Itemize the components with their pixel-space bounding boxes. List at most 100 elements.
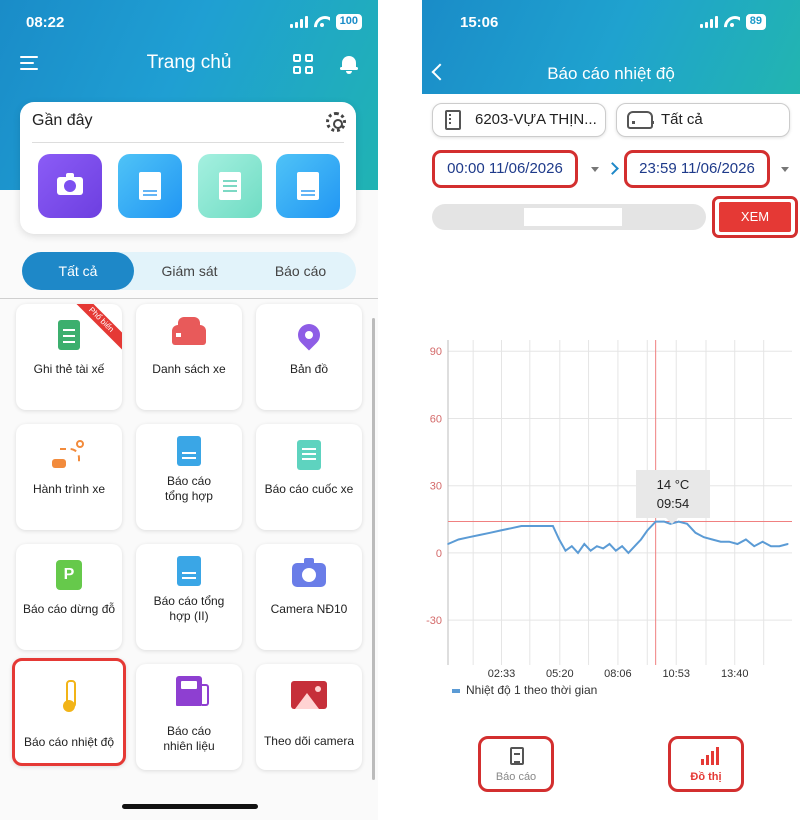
tile-camera-monitor[interactable]: Theo dõi camera bbox=[256, 664, 362, 770]
tile-label: Danh sách xe bbox=[152, 362, 226, 376]
recent-list-shortcut[interactable] bbox=[198, 154, 262, 218]
data-point bbox=[541, 525, 544, 527]
y-tick-label: 30 bbox=[430, 481, 442, 493]
data-point bbox=[531, 525, 533, 527]
status-bar: 15:06 89 bbox=[422, 12, 800, 34]
y-tick-label: 60 bbox=[430, 413, 442, 425]
data-point bbox=[520, 525, 523, 527]
tooltip-pointer bbox=[666, 518, 678, 524]
data-point bbox=[787, 543, 789, 545]
data-point bbox=[703, 536, 705, 539]
tab-report-label: Báo cáo bbox=[495, 771, 537, 783]
fuel-pump-icon bbox=[176, 676, 209, 706]
page-title: Báo cáo nhiệt độ bbox=[547, 64, 675, 83]
data-point bbox=[640, 538, 642, 541]
scrollbar[interactable] bbox=[372, 318, 375, 780]
bell-icon[interactable] bbox=[340, 54, 358, 74]
tile-map[interactable]: Bản đồ bbox=[256, 304, 362, 410]
signal-icon bbox=[699, 16, 718, 28]
chart-legend: Nhiệt độ 1 theo thời gian bbox=[452, 683, 597, 697]
recent-label: Gần đây bbox=[32, 112, 93, 129]
chart-document-icon bbox=[297, 172, 319, 200]
tile-vehicle-list[interactable]: Danh sách xe bbox=[136, 304, 242, 410]
page-title: Trang chủ bbox=[146, 52, 232, 73]
start-time-field[interactable]: 00:00 11/06/2026 bbox=[432, 150, 578, 188]
view-button[interactable]: XEM bbox=[719, 202, 791, 232]
building-icon bbox=[445, 110, 461, 130]
tab-chart[interactable]: Đồ thị bbox=[668, 736, 744, 792]
tile-fuel-report[interactable]: Báo cáo nhiên liệu bbox=[136, 664, 242, 770]
tab-report[interactable]: Báo cáo bbox=[478, 736, 554, 792]
data-point bbox=[646, 529, 649, 532]
chart-document-icon bbox=[177, 436, 201, 466]
data-point bbox=[596, 545, 598, 548]
data-point bbox=[686, 522, 688, 525]
signal-icon bbox=[289, 16, 308, 28]
y-tick-label: 90 bbox=[430, 346, 442, 358]
tile-label: Báo cáo nhiên liệu bbox=[163, 724, 215, 753]
data-point bbox=[457, 538, 460, 541]
tab-reports[interactable]: Báo cáo bbox=[245, 252, 356, 290]
gear-icon[interactable] bbox=[326, 112, 346, 132]
tile-camera-nd10[interactable]: Camera NĐ10 bbox=[256, 544, 362, 650]
tile-label: Theo dõi camera bbox=[263, 734, 355, 748]
recent-report-shortcut[interactable] bbox=[118, 154, 182, 218]
chevron-down-icon[interactable] bbox=[588, 156, 602, 182]
x-tick-label: 02:33 bbox=[488, 668, 516, 680]
data-point bbox=[552, 525, 554, 527]
end-time-field[interactable]: 23:59 11/06/2026 bbox=[624, 150, 770, 188]
grid-icon[interactable] bbox=[293, 54, 313, 74]
chevron-down-icon[interactable] bbox=[778, 156, 792, 182]
data-point bbox=[663, 520, 665, 523]
data-point bbox=[577, 552, 579, 554]
top-bar: Trang chủ bbox=[0, 46, 378, 82]
temperature-report-screen: 15:06 89 Báo cáo nhiệt độ 6203-VỰA THỊN.… bbox=[422, 0, 800, 820]
tile-driver-card[interactable]: Phổ biến Ghi thẻ tài xế bbox=[16, 304, 122, 410]
data-point bbox=[694, 531, 697, 534]
data-point bbox=[778, 545, 781, 548]
view-button-highlight: XEM bbox=[712, 196, 798, 238]
tile-temperature-report[interactable]: Báo cáo nhiệt độ bbox=[12, 658, 126, 766]
x-tick-label: 05:20 bbox=[546, 668, 574, 680]
tile-label: Ghi thẻ tài xế bbox=[33, 362, 105, 376]
vehicle-select[interactable]: 6203-VỰA THỊN... bbox=[432, 103, 606, 137]
data-point bbox=[753, 545, 756, 548]
data-point bbox=[570, 545, 573, 548]
recent-summary-shortcut[interactable] bbox=[276, 154, 340, 218]
chart-icon bbox=[699, 747, 719, 765]
tile-summary-report-2[interactable]: Báo cáo tổng hợp (II) bbox=[136, 544, 242, 650]
category-tabs: Tất cả Giám sát Báo cáo bbox=[22, 252, 356, 290]
tile-summary-report[interactable]: Báo cáo tổng hợp bbox=[136, 424, 242, 530]
driver-card-icon bbox=[58, 320, 80, 350]
data-point bbox=[447, 543, 449, 545]
car-icon bbox=[627, 111, 654, 129]
data-point bbox=[761, 540, 764, 543]
data-point bbox=[583, 543, 586, 545]
recent-camera-shortcut[interactable] bbox=[38, 154, 102, 218]
tile-vehicle-route[interactable]: Hành trình xe bbox=[16, 424, 122, 530]
document-icon bbox=[297, 440, 321, 470]
y-tick-label: 0 bbox=[436, 548, 442, 560]
data-point bbox=[633, 545, 636, 548]
data-point bbox=[615, 549, 617, 552]
tile-label: Báo cáo tổng hợp (II) bbox=[153, 594, 225, 623]
status-time: 15:06 bbox=[460, 14, 499, 31]
tab-monitoring[interactable]: Giám sát bbox=[134, 252, 245, 290]
recent-card: Gần đây bbox=[20, 102, 356, 234]
status-time: 08:22 bbox=[26, 14, 65, 31]
home-indicator bbox=[122, 804, 258, 809]
chart-tooltip: 14 °C 09:54 bbox=[636, 470, 710, 518]
tooltip-value: 14 °C bbox=[656, 477, 690, 492]
vehicle-type-value: Tất cả bbox=[661, 111, 703, 128]
temperature-chart[interactable]: 90 60 30 0 -30 02:33 05:20 08:06 10:53 13:40 bbox=[422, 340, 800, 680]
vehicle-type-select[interactable]: Tất cả bbox=[616, 103, 790, 137]
y-tick-label: -30 bbox=[426, 615, 442, 627]
data-point bbox=[608, 543, 611, 545]
tab-all[interactable]: Tất cả bbox=[22, 252, 134, 290]
chevron-right-icon bbox=[606, 162, 619, 175]
tile-trip-report[interactable]: Báo cáo cuốc xe bbox=[256, 424, 362, 530]
tile-parking-report[interactable]: P Báo cáo dừng đỗ bbox=[16, 544, 122, 650]
data-point bbox=[711, 538, 714, 541]
tile-label: Báo cáo dừng đỗ bbox=[22, 602, 116, 616]
legend-label: Nhiệt độ 1 theo thời gian bbox=[466, 683, 598, 697]
